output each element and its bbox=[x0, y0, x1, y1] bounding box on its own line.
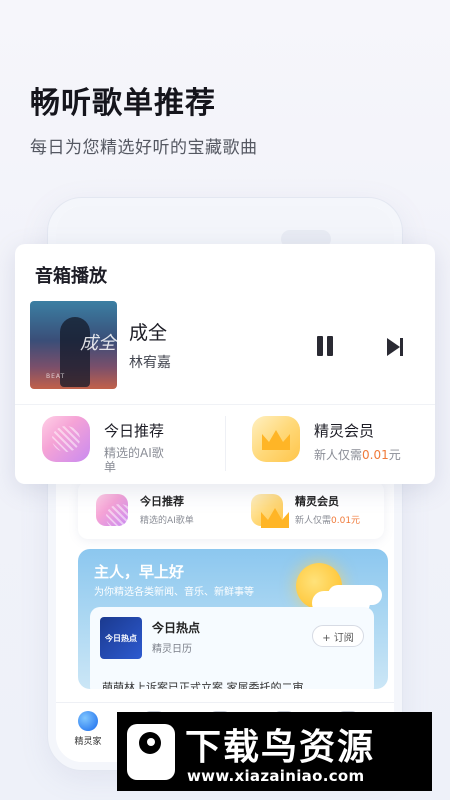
hot-topics-title: 今日热点 bbox=[152, 621, 201, 635]
feature-subtitle: 新人仅需0.01元 bbox=[314, 448, 401, 462]
crown-icon bbox=[251, 494, 283, 526]
album-cover[interactable]: 成全 BEAT bbox=[30, 301, 117, 389]
mini-feature-title: 精灵会员 bbox=[295, 495, 339, 508]
greeting-title: 主人，早上好 bbox=[94, 563, 185, 581]
hero-subtitle: 每日为您精选好听的宝藏歌曲 bbox=[30, 138, 258, 158]
speaker-player-card: 音箱播放 成全 BEAT 成全 林宥嘉 今日推荐 精选的AI歌单 精灵会员 新人… bbox=[15, 244, 435, 484]
recommend-playlist-icon bbox=[42, 416, 90, 462]
bird-logo-icon bbox=[127, 724, 175, 780]
mini-feature-subtitle: 精选的AI歌单 bbox=[140, 516, 194, 526]
divider bbox=[225, 416, 226, 471]
divider bbox=[15, 404, 435, 405]
watermark-banner: 下载鸟资源 www.xiazainiao.com bbox=[117, 712, 432, 791]
recommend-playlist-icon bbox=[96, 494, 134, 530]
next-track-button[interactable] bbox=[385, 335, 407, 359]
greeting-card: 主人，早上好 为你精选各类新闻、音乐、新鲜事等 今日热点 今日热点 精灵日历 +… bbox=[78, 549, 388, 689]
feature-vip-membership[interactable]: 精灵会员 新人仅需0.01元 bbox=[252, 416, 422, 476]
watermark-url: www.xiazainiao.com bbox=[187, 767, 365, 785]
album-script-text: 成全 bbox=[80, 333, 116, 354]
feature-title: 精灵会员 bbox=[314, 422, 375, 440]
next-icon bbox=[387, 338, 400, 356]
song-artist: 林宥嘉 bbox=[129, 355, 171, 371]
price-text: 0.01 bbox=[362, 448, 389, 462]
feature-title: 今日推荐 bbox=[104, 422, 165, 440]
greeting-subtitle: 为你精选各类新闻、音乐、新鲜事等 bbox=[94, 587, 254, 598]
tab-label: 精灵家 bbox=[74, 737, 102, 747]
pause-icon bbox=[317, 336, 323, 356]
mini-feature-card: 今日推荐 精选的AI歌单 精灵会员 新人仅需0.01元 bbox=[78, 481, 384, 539]
hot-topics-subtitle: 精灵日历 bbox=[152, 644, 192, 655]
player-section-title: 音箱播放 bbox=[35, 266, 107, 287]
hot-topics-thumbnail: 今日热点 bbox=[100, 617, 142, 659]
pause-button[interactable] bbox=[313, 334, 337, 360]
hot-topics-card[interactable]: 今日热点 今日热点 精灵日历 + 订阅 萌萌林上诉案已正式立案 家属委托的二审 bbox=[90, 607, 374, 689]
song-title: 成全 bbox=[129, 322, 168, 344]
mini-feature-recommend[interactable]: 今日推荐 精选的AI歌单 bbox=[78, 481, 228, 539]
watermark-title: 下载鸟资源 bbox=[185, 727, 376, 768]
home-icon bbox=[78, 711, 98, 731]
tab-home[interactable]: 精灵家 bbox=[68, 711, 108, 747]
album-caption: BEAT bbox=[46, 373, 66, 380]
mini-feature-subtitle: 新人仅需0.01元 bbox=[295, 516, 361, 526]
feature-today-recommend[interactable]: 今日推荐 精选的AI歌单 bbox=[42, 416, 212, 476]
crown-icon bbox=[252, 416, 300, 462]
feature-subtitle: 精选的AI歌单 bbox=[104, 446, 164, 474]
mini-feature-title: 今日推荐 bbox=[140, 495, 184, 508]
price-text: 0.01元 bbox=[331, 516, 361, 526]
mini-feature-vip[interactable]: 精灵会员 新人仅需0.01元 bbox=[233, 481, 383, 539]
hot-news-text[interactable]: 萌萌林上诉案已正式立案 家属委托的二审 bbox=[102, 679, 304, 689]
subscribe-button[interactable]: + 订阅 bbox=[312, 625, 364, 647]
hero-title: 畅听歌单推荐 bbox=[30, 86, 216, 121]
